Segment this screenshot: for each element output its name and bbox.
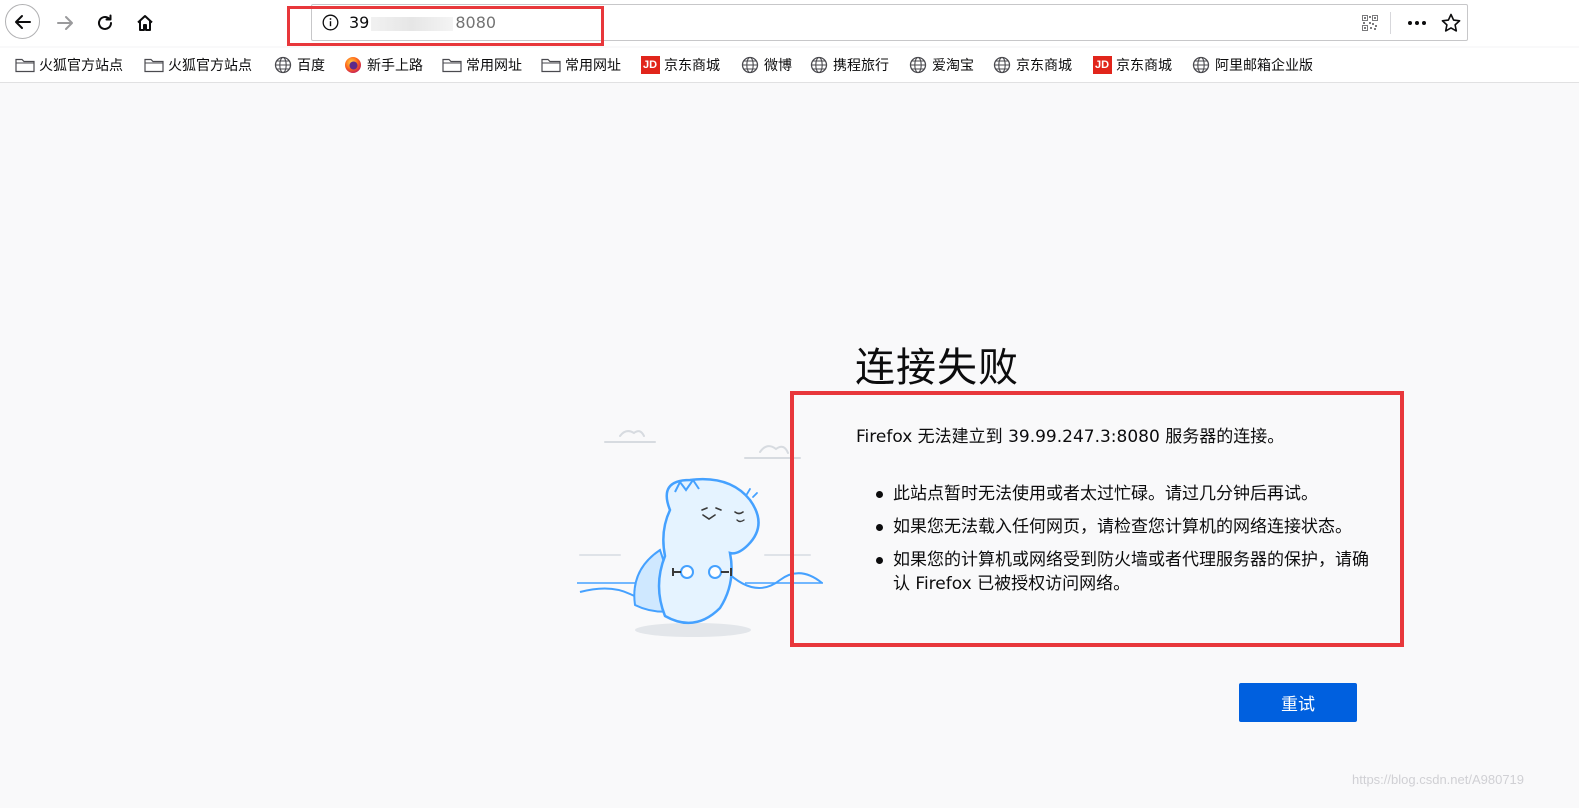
bookmark-label: 常用网址: [565, 58, 621, 74]
list-item: 如果您的计算机或网络受到防火墙或者代理服务器的保护，请确认 Firefox 已被…: [874, 548, 1374, 596]
bookmark-item[interactable]: 火狐官方站点: [15, 55, 123, 75]
error-suggestions-list: 此站点暂时无法使用或者太过忙碌。请过几分钟后再试。 如果您无法载入任何网页，请检…: [874, 482, 1374, 605]
forward-button[interactable]: [47, 5, 83, 41]
retry-button[interactable]: 重试: [1239, 683, 1357, 722]
disconnected-dinosaur-illustration: [577, 430, 823, 637]
watermark: https://blog.csdn.net/A980719: [1352, 772, 1525, 787]
globe-icon: [273, 56, 293, 74]
qr-code-icon[interactable]: [1362, 15, 1378, 31]
reload-button[interactable]: [87, 5, 123, 41]
folder-icon: [144, 56, 164, 74]
url-highlight-box: [287, 6, 604, 46]
bookmark-label: 火狐官方站点: [39, 58, 123, 74]
reload-icon: [98, 14, 112, 30]
bookmark-item[interactable]: JD 京东商城: [640, 55, 720, 75]
bookmark-item[interactable]: 微博: [740, 55, 792, 75]
bookmark-label: 微博: [764, 58, 792, 74]
arrow-right-icon: [57, 16, 73, 30]
home-icon: [137, 15, 153, 31]
bookmark-item[interactable]: 阿里邮箱企业版: [1191, 55, 1313, 75]
bookmark-item[interactable]: 火狐官方站点: [144, 55, 252, 75]
list-item: 此站点暂时无法使用或者太过忙碌。请过几分钟后再试。: [874, 482, 1374, 506]
jd-badge: JD: [1092, 56, 1112, 74]
globe-icon: [1191, 56, 1211, 74]
bookmark-item[interactable]: 携程旅行: [809, 55, 889, 75]
bookmark-label: 百度: [297, 58, 325, 74]
folder-icon: [15, 56, 35, 74]
back-button[interactable]: [5, 4, 40, 39]
bookmark-item[interactable]: 百度: [273, 55, 325, 75]
navigation-toolbar: 39 8080: [0, 0, 1579, 46]
url-bar-separator: [1390, 12, 1391, 34]
bookmark-label: 常用网址: [466, 58, 522, 74]
globe-icon: [740, 56, 760, 74]
bookmark-item[interactable]: JD 京东商城: [1092, 55, 1172, 75]
error-description: Firefox 无法建立到 39.99.247.3:8080 服务器的连接。: [856, 427, 1285, 447]
bookmark-label: 阿里邮箱企业版: [1215, 58, 1313, 74]
bookmark-label: 火狐官方站点: [168, 58, 252, 74]
list-item: 如果您无法载入任何网页，请检查您计算机的网络连接状态。: [874, 515, 1374, 539]
firefox-icon: [343, 56, 363, 74]
globe-icon: [809, 56, 829, 74]
bookmark-label: 携程旅行: [833, 58, 889, 74]
globe-icon: [908, 56, 928, 74]
jd-badge: JD: [640, 56, 660, 74]
error-title: 连接失败: [855, 345, 1019, 391]
folder-icon: [442, 56, 462, 74]
bookmark-item[interactable]: 常用网址: [541, 55, 621, 75]
jd-icon: JD: [640, 56, 660, 74]
bookmark-label: 新手上路: [367, 58, 423, 74]
bookmark-label: 京东商城: [664, 58, 720, 74]
bookmark-item[interactable]: 常用网址: [442, 55, 522, 75]
bookmark-item[interactable]: 京东商城: [992, 55, 1072, 75]
bookmark-label: 京东商城: [1116, 58, 1172, 74]
folder-icon: [541, 56, 561, 74]
globe-icon: [992, 56, 1012, 74]
jd-icon: JD: [1092, 56, 1112, 74]
arrow-left-icon: [14, 14, 31, 29]
more-actions-icon[interactable]: [1406, 14, 1428, 32]
bookmark-label: 京东商城: [1016, 58, 1072, 74]
bookmark-star-icon[interactable]: [1440, 12, 1462, 34]
home-button[interactable]: [127, 5, 163, 41]
bookmark-item[interactable]: 爱淘宝: [908, 55, 974, 75]
bookmark-label: 爱淘宝: [932, 58, 974, 74]
bookmark-item[interactable]: 新手上路: [343, 55, 423, 75]
bookmarks-toolbar: 火狐官方站点 火狐官方站点 百度 新手上路 常用网址 常用网址 JD 京东商城 …: [0, 48, 1579, 83]
